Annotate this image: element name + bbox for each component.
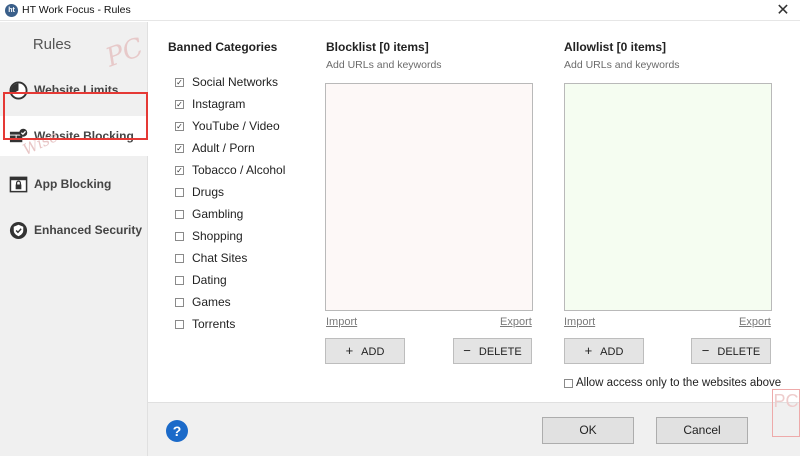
blocklist-delete-button[interactable]: − DELETE xyxy=(453,338,532,364)
category-label: Games xyxy=(192,295,231,309)
ok-button[interactable]: OK xyxy=(542,417,634,444)
sidebar-item-enhanced-security[interactable]: Enhanced Security xyxy=(0,210,148,250)
category-label: Gambling xyxy=(192,207,244,221)
allowlist-import-link[interactable]: Import xyxy=(564,316,595,328)
category-label: Shopping xyxy=(192,229,243,243)
plus-icon: + xyxy=(345,343,354,358)
sidebar-item-label: Enhanced Security xyxy=(34,223,143,237)
sidebar-item-app-blocking[interactable]: App Blocking xyxy=(0,164,148,204)
allowlist-title: Allowlist [0 items] xyxy=(564,40,667,54)
close-button[interactable]: ✕ xyxy=(766,0,800,21)
delete-label: DELETE xyxy=(717,346,761,358)
category-checkbox[interactable]: ✓ xyxy=(175,78,184,87)
category-checkbox[interactable] xyxy=(175,254,184,263)
blocklist-subtitle: Add URLs and keywords xyxy=(326,59,442,71)
allow-only-label: Allow access only to the websites above xyxy=(576,377,782,389)
category-checkbox[interactable]: ✓ xyxy=(175,100,184,109)
add-label: ADD xyxy=(361,346,385,358)
allowlist-export-link[interactable]: Export xyxy=(739,316,771,328)
minus-icon: − xyxy=(701,343,710,358)
allowlist-add-button[interactable]: + ADD xyxy=(564,338,644,364)
category-checkbox[interactable] xyxy=(175,298,184,307)
sidebar-heading: Rules xyxy=(32,36,72,53)
add-label: ADD xyxy=(600,346,624,358)
blocklist-export-link[interactable]: Export xyxy=(500,316,532,328)
delete-label: DELETE xyxy=(478,346,522,358)
blocklist-title: Blocklist [0 items] xyxy=(326,40,429,54)
category-label: Instagram xyxy=(192,97,246,111)
shield-check-icon xyxy=(9,221,28,240)
category-label: Adult / Porn xyxy=(192,141,255,155)
app-icon: ht xyxy=(5,4,18,17)
allowlist-subtitle: Add URLs and keywords xyxy=(564,59,680,71)
category-checkbox[interactable]: ✓ xyxy=(175,122,184,131)
allowlist-delete-button[interactable]: − DELETE xyxy=(691,338,771,364)
category-checkbox[interactable] xyxy=(175,232,184,241)
category-checkbox[interactable]: ✓ xyxy=(175,144,184,153)
plus-icon: + xyxy=(584,343,593,358)
allow-only-checkbox[interactable] xyxy=(564,379,573,388)
allowlist-box[interactable] xyxy=(564,83,772,311)
blocklist-add-button[interactable]: + ADD xyxy=(325,338,405,364)
dialog-footer: ? PC OK Cancel xyxy=(148,389,800,456)
category-label: YouTube / Video xyxy=(192,119,280,133)
watermark-text: PC xyxy=(772,389,800,437)
title-bar: ht HT Work Focus - Rules ✕ xyxy=(0,0,800,21)
watermark-text: PC xyxy=(101,32,148,74)
help-icon[interactable]: ? xyxy=(166,420,188,442)
blocklist-import-link[interactable]: Import xyxy=(326,316,357,328)
category-checkbox[interactable] xyxy=(175,210,184,219)
blocklist-box[interactable] xyxy=(325,83,533,311)
category-checkbox[interactable]: ✓ xyxy=(175,166,184,175)
category-checkbox[interactable] xyxy=(175,188,184,197)
category-checkbox[interactable] xyxy=(175,320,184,329)
sidebar: Rules PC Website Limits Website Blocking… xyxy=(0,22,148,456)
sidebar-item-label: App Blocking xyxy=(34,177,112,191)
category-label: Dating xyxy=(192,273,227,287)
category-label: Torrents xyxy=(192,317,236,331)
category-label: Chat Sites xyxy=(192,251,248,265)
minus-icon: − xyxy=(463,343,471,358)
banned-categories-title: Banned Categories xyxy=(168,40,278,54)
category-label: Tobacco / Alcohol xyxy=(192,163,286,177)
category-label: Drugs xyxy=(192,185,225,199)
cancel-button[interactable]: Cancel xyxy=(656,417,748,444)
category-label: Social Networks xyxy=(192,75,279,89)
window-title: HT Work Focus - Rules xyxy=(22,4,131,16)
window-lock-icon xyxy=(9,176,28,193)
selection-highlight xyxy=(3,92,148,140)
category-checkbox[interactable] xyxy=(175,276,184,285)
